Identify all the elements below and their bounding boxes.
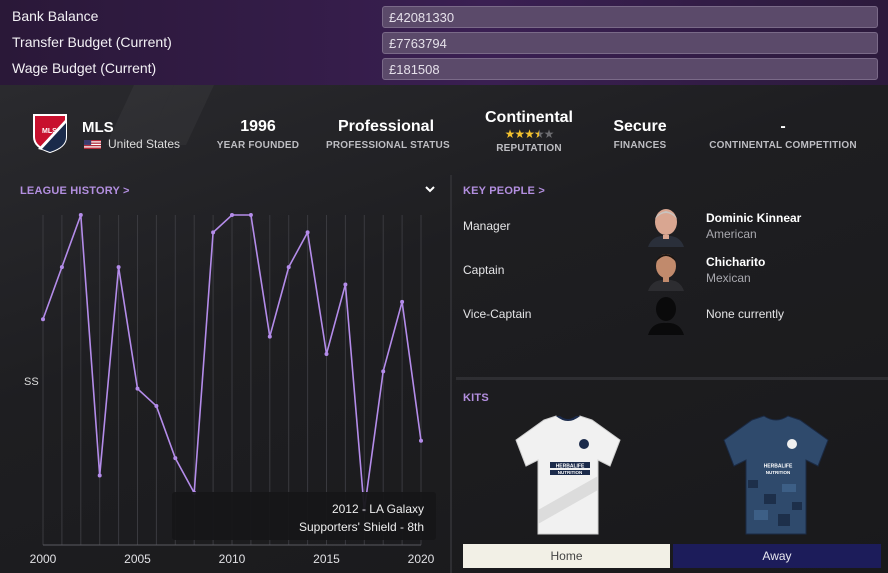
- key-people-title: KEY PEOPLE: [463, 185, 536, 197]
- usa-flag-icon: [84, 140, 101, 149]
- club-info-bar: MLS MLS United States 1996 YEAR FOUNDED …: [12, 97, 888, 167]
- person-role: Vice-Captain: [463, 307, 532, 321]
- professional-status-value: Professional: [337, 118, 435, 135]
- person-nationality: Mexican: [706, 271, 751, 285]
- league-name[interactable]: MLS: [82, 119, 114, 136]
- finances-stat: Secure FINANCES: [600, 118, 680, 151]
- reputation-label: REPUTATION: [496, 143, 562, 154]
- person-name[interactable]: Chicharito: [706, 255, 765, 269]
- tooltip-competition: Supporters' Shield - 8th: [298, 520, 424, 534]
- finances-value: Secure: [613, 118, 667, 135]
- manager-photo: [648, 209, 684, 247]
- person-role: Captain: [463, 263, 505, 277]
- year-founded-label: YEAR FOUNDED: [216, 140, 300, 151]
- wage-budget-value: £181508: [382, 58, 878, 80]
- reputation-stars: ★★★★★: [474, 128, 584, 140]
- league-history-title: LEAGUE HISTORY: [20, 185, 120, 197]
- mls-logo-icon: MLS: [33, 114, 67, 153]
- league-position-point: [400, 299, 405, 304]
- key-person-row[interactable]: Manager Dominic Kinnear American: [452, 205, 888, 249]
- key-people-link[interactable]: KEY PEOPLE >: [463, 185, 545, 197]
- home-kit-button[interactable]: Home: [463, 544, 670, 568]
- year-founded-value: 1996: [240, 118, 276, 135]
- year-founded-stat: 1996 YEAR FOUNDED: [208, 118, 308, 151]
- star-icon: ★: [514, 127, 525, 141]
- finance-summary: Bank Balance £42081330 Transfer Budget (…: [0, 0, 888, 85]
- chevron-down-icon[interactable]: [424, 185, 436, 193]
- league-position-point: [211, 230, 216, 235]
- x-tick-label: 2020: [408, 552, 435, 566]
- silhouette-icon: [648, 297, 684, 335]
- half-star-icon: ★: [533, 127, 545, 141]
- star-icon: ★: [504, 127, 516, 141]
- home-kit-shirt[interactable]: HERBALIFE NUTRITION: [510, 414, 626, 538]
- transfer-budget-row: Transfer Budget (Current) £7763794: [0, 30, 888, 56]
- league-history-link[interactable]: LEAGUE HISTORY >: [20, 185, 130, 197]
- league-position-point: [248, 213, 253, 217]
- continental-competition-value: -: [780, 118, 786, 135]
- reputation-stat: Continental ★★★★★ REPUTATION: [474, 109, 584, 154]
- professional-status-label: PROFESSIONAL STATUS: [326, 140, 450, 151]
- transfer-budget-value: £7763794: [382, 32, 878, 54]
- svg-text:NUTRITION: NUTRITION: [766, 470, 791, 475]
- section-divider: [456, 377, 888, 380]
- wage-budget-label: Wage Budget (Current): [12, 60, 157, 76]
- league-position-point: [286, 265, 291, 270]
- captain-photo: [648, 254, 684, 291]
- x-tick-label: 2010: [219, 552, 246, 566]
- finances-label: FINANCES: [613, 140, 667, 151]
- continental-competition-label: CONTINENTAL COMPETITION: [709, 140, 857, 151]
- person-nationality: American: [706, 227, 757, 241]
- league-position-point: [116, 265, 121, 270]
- kits-title: KITS: [463, 392, 489, 404]
- league-position-point: [41, 317, 45, 322]
- league-position-point: [59, 265, 64, 270]
- bank-balance-label: Bank Balance: [12, 8, 99, 24]
- bank-balance-row: Bank Balance £42081330: [0, 4, 888, 30]
- svg-text:HERBALIFE: HERBALIFE: [556, 464, 585, 470]
- league-position-point: [135, 386, 140, 391]
- x-tick-label: 2015: [313, 552, 340, 566]
- professional-status-stat: Professional PROFESSIONAL STATUS: [326, 118, 450, 151]
- league-position-point: [305, 230, 310, 235]
- person-name[interactable]: Dominic Kinnear: [706, 211, 801, 225]
- league-position-point: [97, 473, 102, 478]
- league-position-point: [343, 282, 348, 287]
- key-person-row: Vice-Captain None currently: [452, 293, 888, 337]
- star-icon: ★: [524, 127, 535, 141]
- league-position-point: [230, 213, 234, 217]
- league-position-point: [381, 369, 386, 374]
- star-empty-icon: ★: [543, 127, 555, 141]
- svg-text:NUTRITION: NUTRITION: [558, 470, 583, 475]
- league-position-point: [154, 404, 159, 409]
- y-axis-label: SS: [24, 376, 39, 388]
- person-role: Manager: [463, 219, 511, 233]
- wage-budget-row: Wage Budget (Current) £181508: [0, 56, 888, 82]
- svg-text:HERBALIFE: HERBALIFE: [764, 464, 793, 470]
- x-tick-label: 2005: [124, 552, 151, 566]
- league-position-point: [173, 456, 178, 461]
- chart-tooltip: 2012 - LA Galaxy Supporters' Shield - 8t…: [172, 492, 436, 540]
- tooltip-season: 2012 - LA Galaxy: [331, 502, 424, 516]
- bank-balance-value: £42081330: [382, 6, 878, 28]
- person-vacant: None currently: [706, 307, 785, 321]
- league-position-point: [324, 351, 329, 356]
- league-position-point: [419, 438, 423, 443]
- chevron-right-icon: >: [538, 185, 545, 197]
- svg-text:MLS: MLS: [42, 128, 57, 135]
- reputation-value: Continental: [485, 109, 573, 126]
- league-history-chart: 2000 2005 2010 2015 2020 SS 2012 - LA Galaxy…: [0, 200, 450, 573]
- league-position-point: [267, 334, 272, 339]
- chevron-right-icon: >: [123, 185, 130, 197]
- transfer-budget-label: Transfer Budget (Current): [12, 34, 172, 50]
- key-person-row[interactable]: Captain Chicharito Mexican: [452, 249, 888, 293]
- continental-competition-stat: - CONTINENTAL COMPETITION: [708, 118, 858, 151]
- x-tick-label: 2000: [30, 552, 57, 566]
- away-kit-shirt[interactable]: HERBALIFE NUTRITION: [718, 414, 834, 538]
- away-kit-button[interactable]: Away: [673, 544, 881, 568]
- league-country: United States: [108, 137, 181, 151]
- league-position-point: [78, 213, 83, 217]
